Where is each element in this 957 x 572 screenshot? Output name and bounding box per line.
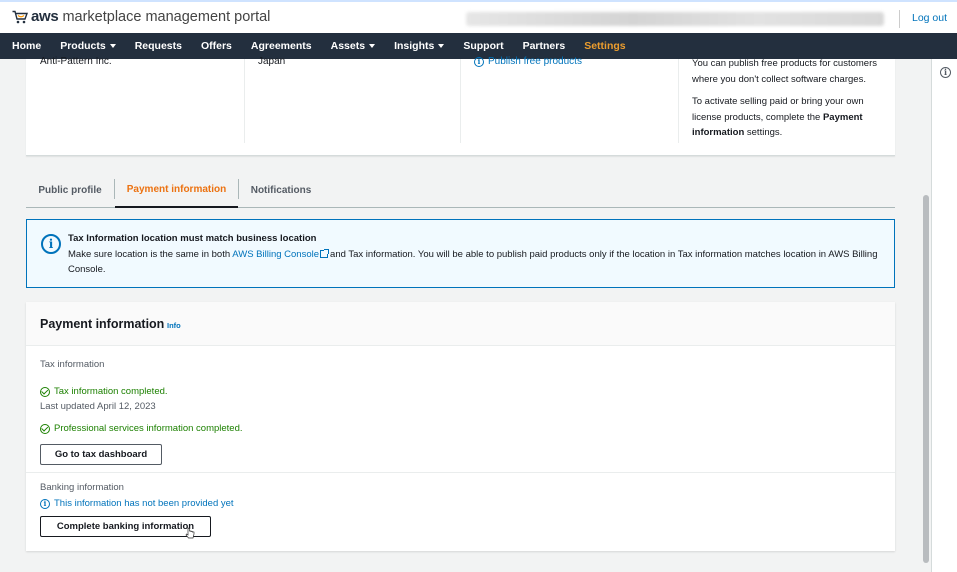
tab-notifications[interactable]: Notifications xyxy=(239,172,323,208)
column-divider xyxy=(460,59,461,143)
tab-label: Payment information xyxy=(126,183,227,195)
brand-title: marketplace management portal xyxy=(62,8,271,25)
alert-body-prefix: Make sure location is the same in both xyxy=(68,249,231,260)
business-profile-card: Anti-Pattern Inc. Japan i Publish free p… xyxy=(26,56,895,156)
banking-status: i This information has not been provided… xyxy=(40,498,234,509)
check-circle-icon xyxy=(40,386,50,397)
professional-services-status: Professional services information comple… xyxy=(40,423,243,434)
mouse-cursor-icon xyxy=(185,527,195,539)
nav-insights[interactable]: Insights xyxy=(394,40,445,52)
info-circle-icon: i xyxy=(474,56,484,67)
note-suffix: settings. xyxy=(746,127,783,138)
tab-label: Public profile xyxy=(38,184,102,196)
external-link-icon xyxy=(320,249,330,258)
ps-status-text: Professional services information comple… xyxy=(54,423,243,434)
billing-console-label: AWS Billing Console xyxy=(232,249,320,260)
publish-free-products-link[interactable]: i Publish free products xyxy=(474,56,582,67)
settings-tabs: Public profile Payment information Notif… xyxy=(26,172,895,208)
nav-support-label: Support xyxy=(463,40,504,52)
info-icon[interactable]: i xyxy=(940,67,951,78)
publishing-note-free: You can publish free products for custom… xyxy=(692,58,877,85)
publishing-note: You can publish free products for custom… xyxy=(692,56,892,148)
nav-agreements[interactable]: Agreements xyxy=(251,40,312,52)
banking-status-text: This information has not been provided y… xyxy=(54,498,234,509)
nav-requests[interactable]: Requests xyxy=(135,40,182,52)
nav-partners-label: Partners xyxy=(522,40,566,52)
brand-aws: aws xyxy=(31,8,59,25)
logout-link[interactable]: Log out xyxy=(912,12,947,24)
country-value: Japan xyxy=(258,56,286,67)
publishing-note-paid: To activate selling paid or bring your o… xyxy=(692,94,892,141)
banking-information-label: Banking information xyxy=(40,482,124,493)
info-circle-icon: i xyxy=(40,498,50,509)
tab-label: Notifications xyxy=(250,184,312,196)
header-divider xyxy=(899,10,900,28)
section-divider xyxy=(26,472,895,473)
nav-assets[interactable]: Assets xyxy=(330,40,376,52)
nav-insights-label: Insights xyxy=(394,40,435,52)
nav-agreements-label: Agreements xyxy=(250,40,312,52)
payment-card-header: Payment information Info xyxy=(26,302,895,346)
nav-support[interactable]: Support xyxy=(463,40,503,52)
caret-down-icon xyxy=(109,44,116,49)
caret-down-icon xyxy=(369,44,376,49)
nav-assets-label: Assets xyxy=(330,40,366,52)
tab-payment-information[interactable]: Payment information xyxy=(115,172,238,208)
info-icon: i xyxy=(41,234,61,254)
tax-status-text: Tax information completed. xyxy=(54,386,168,397)
column-divider xyxy=(244,59,245,143)
alert-body: Make sure location is the same in both A… xyxy=(68,247,888,277)
tax-information-label: Tax information xyxy=(40,359,105,370)
column-divider xyxy=(678,59,679,143)
nav-offers-label: Offers xyxy=(200,40,232,52)
account-name-blurred xyxy=(466,12,884,26)
page-scrollbar[interactable] xyxy=(923,195,929,563)
top-header: aws marketplace management portal Log ou… xyxy=(0,0,957,33)
go-to-tax-dashboard-button[interactable]: Go to tax dashboard xyxy=(40,444,162,465)
info-link[interactable]: Info xyxy=(167,321,181,330)
aws-billing-console-link[interactable]: AWS Billing Console xyxy=(232,249,330,260)
help-panel-rail: i xyxy=(931,59,957,572)
nav-settings[interactable]: Settings xyxy=(584,40,625,52)
publish-free-label: Publish free products xyxy=(488,56,582,67)
check-circle-icon xyxy=(40,423,50,434)
tax-status: Tax information completed. xyxy=(40,386,168,397)
tax-location-alert: i Tax Information location must match bu… xyxy=(26,219,895,288)
payment-information-card: Payment information Info Tax information… xyxy=(26,302,895,551)
last-updated: Last updated April 12, 2023 xyxy=(40,401,156,412)
company-name: Anti-Pattern Inc. xyxy=(40,56,112,67)
nav-home[interactable]: Home xyxy=(12,40,41,52)
nav-products[interactable]: Products xyxy=(60,40,116,52)
nav-partners[interactable]: Partners xyxy=(523,40,566,52)
nav-settings-label: Settings xyxy=(584,40,626,52)
caret-down-icon xyxy=(438,44,445,49)
nav-requests-label: Requests xyxy=(134,40,182,52)
nav-offers[interactable]: Offers xyxy=(201,40,232,52)
cart-icon xyxy=(12,10,28,23)
alert-title: Tax Information location must match busi… xyxy=(68,233,317,244)
brand-logo[interactable]: aws marketplace management portal xyxy=(12,8,270,25)
nav-home-label: Home xyxy=(12,40,42,52)
nav-products-label: Products xyxy=(60,40,106,52)
tab-public-profile[interactable]: Public profile xyxy=(26,172,114,208)
payment-title: Payment information xyxy=(40,317,165,331)
